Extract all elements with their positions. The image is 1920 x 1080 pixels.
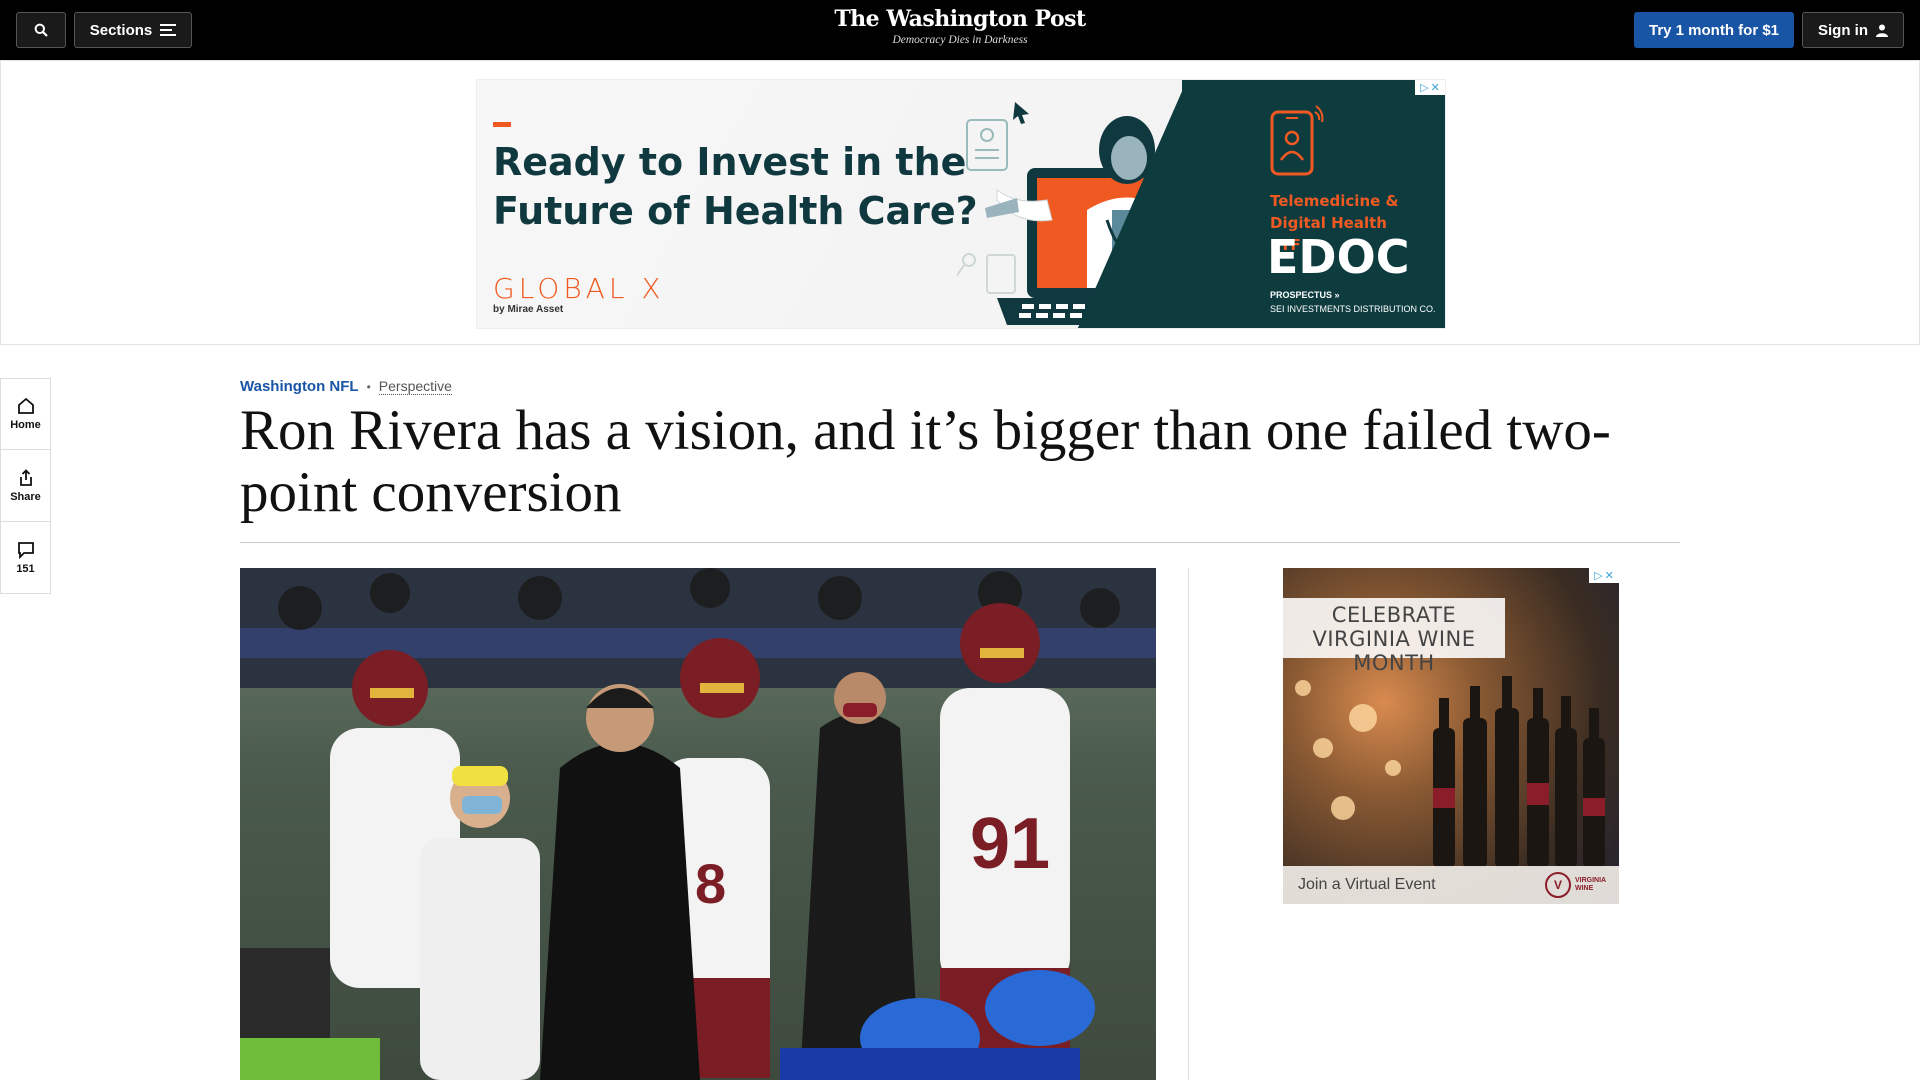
sections-menu-button[interactable]: Sections: [74, 12, 192, 48]
search-icon: [34, 23, 48, 37]
comment-icon: [17, 541, 34, 559]
kicker-separator: •: [366, 379, 371, 394]
sign-in-button[interactable]: Sign in: [1802, 12, 1904, 48]
ad-brand-sub: by Mirae Asset: [493, 304, 564, 315]
share-button[interactable]: Share: [0, 450, 51, 522]
hamburger-icon: [160, 24, 177, 36]
virginia-wine-logo-icon: V: [1545, 872, 1571, 898]
side-ad[interactable]: CELEBRATE VIRGINIA WINE MONTH Join a Vir…: [1283, 568, 1619, 904]
ad-close-icon: ✕: [1430, 82, 1440, 94]
sign-in-label: Sign in: [1818, 21, 1868, 39]
virginia-wine-logo: V VIRGINIA WINE: [1545, 872, 1606, 898]
share-label: Share: [10, 490, 41, 503]
site-logo: The Washington Post: [834, 6, 1086, 32]
side-ad-title: CELEBRATE VIRGINIA WINE MONTH: [1283, 598, 1505, 675]
virginia-wine-logo-text: VIRGINIA WINE: [1575, 877, 1606, 892]
ad-distributor: SEI INVESTMENTS DISTRIBUTION CO.: [1270, 304, 1436, 314]
ad-info-icon: ▷: [1420, 82, 1429, 94]
side-ad-info-icon: ▷: [1594, 570, 1603, 582]
headline-divider: [240, 542, 1680, 543]
perspective-label[interactable]: Perspective: [378, 378, 452, 395]
column-divider: [1188, 568, 1189, 1080]
pill-bottle-icon: [986, 254, 1016, 294]
section-link[interactable]: Washington NFL: [240, 378, 359, 395]
side-ad-close-icon: ✕: [1604, 570, 1614, 582]
masthead-logo-link[interactable]: The Washington Post Democracy Dies in Da…: [760, 6, 1160, 46]
side-ad-choices-badge[interactable]: ▷ ✕: [1589, 568, 1619, 583]
ad-choices-badge[interactable]: ▷ ✕: [1415, 80, 1445, 95]
home-icon: [17, 397, 34, 414]
side-ad-cta[interactable]: Join a Virtual Event: [1298, 876, 1436, 894]
share-icon: [19, 468, 32, 486]
article-headline: Ron Rivera has a vision, and it’s bigger…: [240, 399, 1611, 524]
article-kicker: Washington NFL • Perspective: [240, 378, 452, 395]
svg-text:91: 91: [970, 804, 1050, 884]
site-tagline: Democracy Dies in Darkness: [892, 34, 1028, 46]
football-sideline-photo: 8 91: [240, 568, 1156, 1080]
cursor-icon: [1013, 102, 1029, 124]
ad-accent-dash: [493, 122, 511, 127]
top-banner-ad[interactable]: Ready to Invest in the Future of Health …: [476, 79, 1446, 329]
top-ad-band: Ready to Invest in the Future of Health …: [0, 60, 1920, 345]
search-button[interactable]: [16, 12, 66, 48]
user-icon: [1876, 24, 1888, 37]
side-ad-footer[interactable]: Join a Virtual Event V VIRGINIA WINE: [1283, 866, 1619, 904]
home-label: Home: [10, 419, 41, 431]
ad-prospectus-link[interactable]: PROSPECTUS »: [1270, 290, 1340, 300]
lead-photo[interactable]: 8 91: [240, 568, 1156, 1080]
ad-headline: Ready to Invest in the Future of Health …: [493, 140, 978, 233]
ad-teal-diagonal: [1077, 80, 1187, 328]
top-navigation-bar: Sections The Washington Post Democracy D…: [0, 0, 1920, 60]
smartphone-doctor-icon: [1270, 105, 1324, 176]
sections-label: Sections: [89, 21, 153, 39]
svg-text:8: 8: [695, 852, 726, 915]
comments-count: 151: [16, 562, 35, 575]
ad-brand-logo: GLOBAL X: [493, 272, 665, 305]
clipboard-icon: [966, 119, 1008, 171]
comments-button[interactable]: 151: [0, 522, 51, 594]
ad-ticker: EDOC: [1267, 230, 1410, 284]
subscribe-button[interactable]: Try 1 month for $1: [1634, 12, 1794, 48]
left-action-rail: Home Share 151: [0, 378, 51, 594]
home-button[interactable]: Home: [0, 378, 51, 450]
